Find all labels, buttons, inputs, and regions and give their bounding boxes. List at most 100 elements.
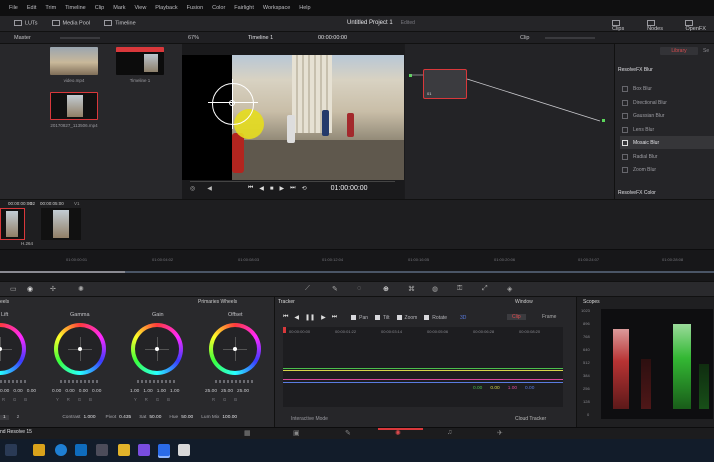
menu-clip[interactable]: Clip (95, 5, 104, 11)
media-thumb-selected[interactable] (50, 92, 98, 120)
track-forward-end-icon[interactable]: ⏭ (332, 314, 337, 321)
openfx-button[interactable]: OpenFX (685, 20, 714, 32)
menu-fairlight[interactable]: Fairlight (234, 5, 254, 11)
fx-item[interactable]: Gaussian Blur (620, 109, 714, 122)
curves-icon[interactable]: ⟋ (305, 285, 310, 293)
clip-mode-button[interactable]: Clip (507, 314, 526, 320)
camera-raw-icon[interactable]: ▭ (10, 285, 17, 293)
loop-icon[interactable]: ⟲ (302, 185, 307, 192)
tilt-checkbox[interactable]: Tilt (375, 315, 390, 321)
media-thumb-timeline[interactable] (116, 47, 164, 75)
fairlight-page-icon[interactable]: ♫ (447, 429, 452, 436)
lift-master-slider[interactable] (0, 380, 26, 383)
app-icon[interactable] (138, 444, 150, 456)
color-page-icon[interactable]: ✺ (395, 429, 401, 437)
menu-workspace[interactable]: Workspace (263, 5, 290, 11)
mini-timeline[interactable]: 01:00:00:01 01:00:04:02 01:00:08:03 01:0… (0, 249, 714, 281)
fusion-page-icon[interactable]: ✎ (345, 429, 351, 437)
rgb-mixer-icon[interactable]: ✢ (50, 285, 56, 293)
store-icon[interactable] (75, 444, 87, 456)
track-stop-icon[interactable]: ❚❚ (305, 314, 315, 321)
clip-thumb-2[interactable] (41, 208, 81, 240)
window-icon[interactable]: ◌ (357, 285, 361, 292)
go-end-icon[interactable]: ⏭ (290, 185, 295, 192)
resolve-taskbar-icon[interactable] (158, 444, 170, 456)
contrast-value[interactable]: 1.000 (83, 415, 95, 420)
node-zoom-slider[interactable] (545, 37, 595, 39)
interactive-mode-toggle[interactable]: Interactive Mode (291, 416, 328, 422)
step-back-icon[interactable]: ◀ (259, 185, 264, 192)
fx-item[interactable]: Lens Blur (620, 123, 714, 136)
sat-value[interactable]: 50.00 (149, 415, 161, 420)
folder-icon[interactable] (118, 444, 130, 456)
fx-item[interactable]: Radial Blur (620, 150, 714, 163)
app-icon[interactable] (178, 444, 190, 456)
clip-thumb-1[interactable] (0, 208, 25, 240)
lum-mix-value[interactable]: 100.00 (222, 415, 237, 420)
luts-button[interactable]: LUTs (14, 20, 38, 26)
wheels-mode-selector[interactable]: Primaries Wheels (198, 299, 237, 305)
track-forward-icon[interactable]: ▶ (321, 314, 326, 321)
sizing-icon[interactable]: ⤢ (482, 285, 488, 293)
blur-icon[interactable]: ◍ (432, 285, 438, 293)
3d-icon[interactable]: ◈ (507, 285, 512, 293)
offset-wheel[interactable] (209, 323, 261, 375)
menu-trim[interactable]: Trim (45, 5, 56, 11)
menu-mark[interactable]: Mark (113, 5, 125, 11)
viewer-zoom[interactable]: 67% (188, 35, 199, 41)
edge-icon[interactable] (55, 444, 67, 456)
gain-master-slider[interactable] (137, 380, 177, 383)
pivot-value[interactable]: 0.435 (119, 415, 131, 420)
fx-item-selected[interactable]: Mosaic Blur (620, 136, 714, 149)
gamma-master-slider[interactable] (60, 380, 100, 383)
play-icon[interactable]: ▶ (280, 185, 285, 192)
menu-color[interactable]: Color (212, 5, 225, 11)
media-page-icon[interactable]: ▦ (244, 429, 251, 437)
pan-checkbox[interactable]: Pan (351, 315, 368, 321)
track-reverse-icon[interactable]: ◀ (294, 314, 299, 321)
track-reverse-start-icon[interactable]: ⏮ (283, 314, 288, 321)
page-1-button[interactable]: 1 (0, 415, 9, 420)
hue-value[interactable]: 50.00 (181, 415, 193, 420)
playhead-marker[interactable] (283, 327, 286, 333)
media-zoom-slider[interactable] (60, 37, 100, 39)
app-icon[interactable] (96, 444, 108, 456)
window-center-handle[interactable] (229, 100, 235, 106)
media-pool-button[interactable]: Media Pool (51, 20, 90, 26)
gain-wheel[interactable] (131, 323, 183, 375)
clips-button[interactable]: Clips (612, 20, 633, 32)
lift-wheel[interactable] (0, 323, 26, 375)
tracker-graph[interactable]: 00:00:00:00 00:00:01:22 00:00:03:14 00:0… (283, 327, 563, 407)
magic-mask-icon[interactable]: ⌘ (408, 285, 415, 293)
edit-page-icon[interactable]: ▣ (293, 429, 300, 437)
menu-view[interactable]: View (134, 5, 146, 11)
tracker-window-selector[interactable]: Window (515, 299, 533, 305)
frame-mode-button[interactable]: Frame (537, 314, 561, 320)
settings-tab[interactable]: Se (703, 48, 709, 54)
go-start-icon[interactable]: ⏮ (248, 185, 253, 192)
menu-edit[interactable]: Edit (27, 5, 36, 11)
page-2-button[interactable]: 2 (14, 415, 23, 420)
tracker-icon[interactable]: ⊕ (383, 285, 389, 293)
timeline-selector[interactable]: Timeline 1 (248, 35, 273, 41)
menu-fusion[interactable]: Fusion (187, 5, 204, 11)
viewer-scrubber[interactable] (190, 181, 395, 182)
library-tab[interactable]: Library (660, 47, 698, 55)
clip-mode-label[interactable]: Clip (520, 35, 529, 41)
volume-icon[interactable]: ◀ (207, 185, 212, 192)
stop-icon[interactable]: ■ (270, 186, 274, 192)
deliver-page-icon[interactable]: ✈ (497, 429, 503, 437)
rotate-checkbox[interactable]: Rotate (424, 315, 447, 321)
gamma-wheel[interactable] (54, 323, 106, 375)
menu-timeline[interactable]: Timeline (65, 5, 86, 11)
fx-item[interactable]: Directional Blur (620, 96, 714, 109)
nodes-button[interactable]: Nodes (647, 20, 671, 32)
3d-toggle[interactable]: 3D (460, 315, 466, 321)
timeline-button[interactable]: Timeline (104, 20, 136, 26)
qualifier-icon[interactable]: ✎ (332, 285, 338, 293)
video-frame[interactable] (182, 55, 404, 180)
key-icon[interactable]: ⚿ (457, 285, 462, 293)
menu-file[interactable]: File (9, 5, 18, 11)
file-explorer-icon[interactable] (33, 444, 45, 456)
fx-item[interactable]: Zoom Blur (620, 163, 714, 176)
